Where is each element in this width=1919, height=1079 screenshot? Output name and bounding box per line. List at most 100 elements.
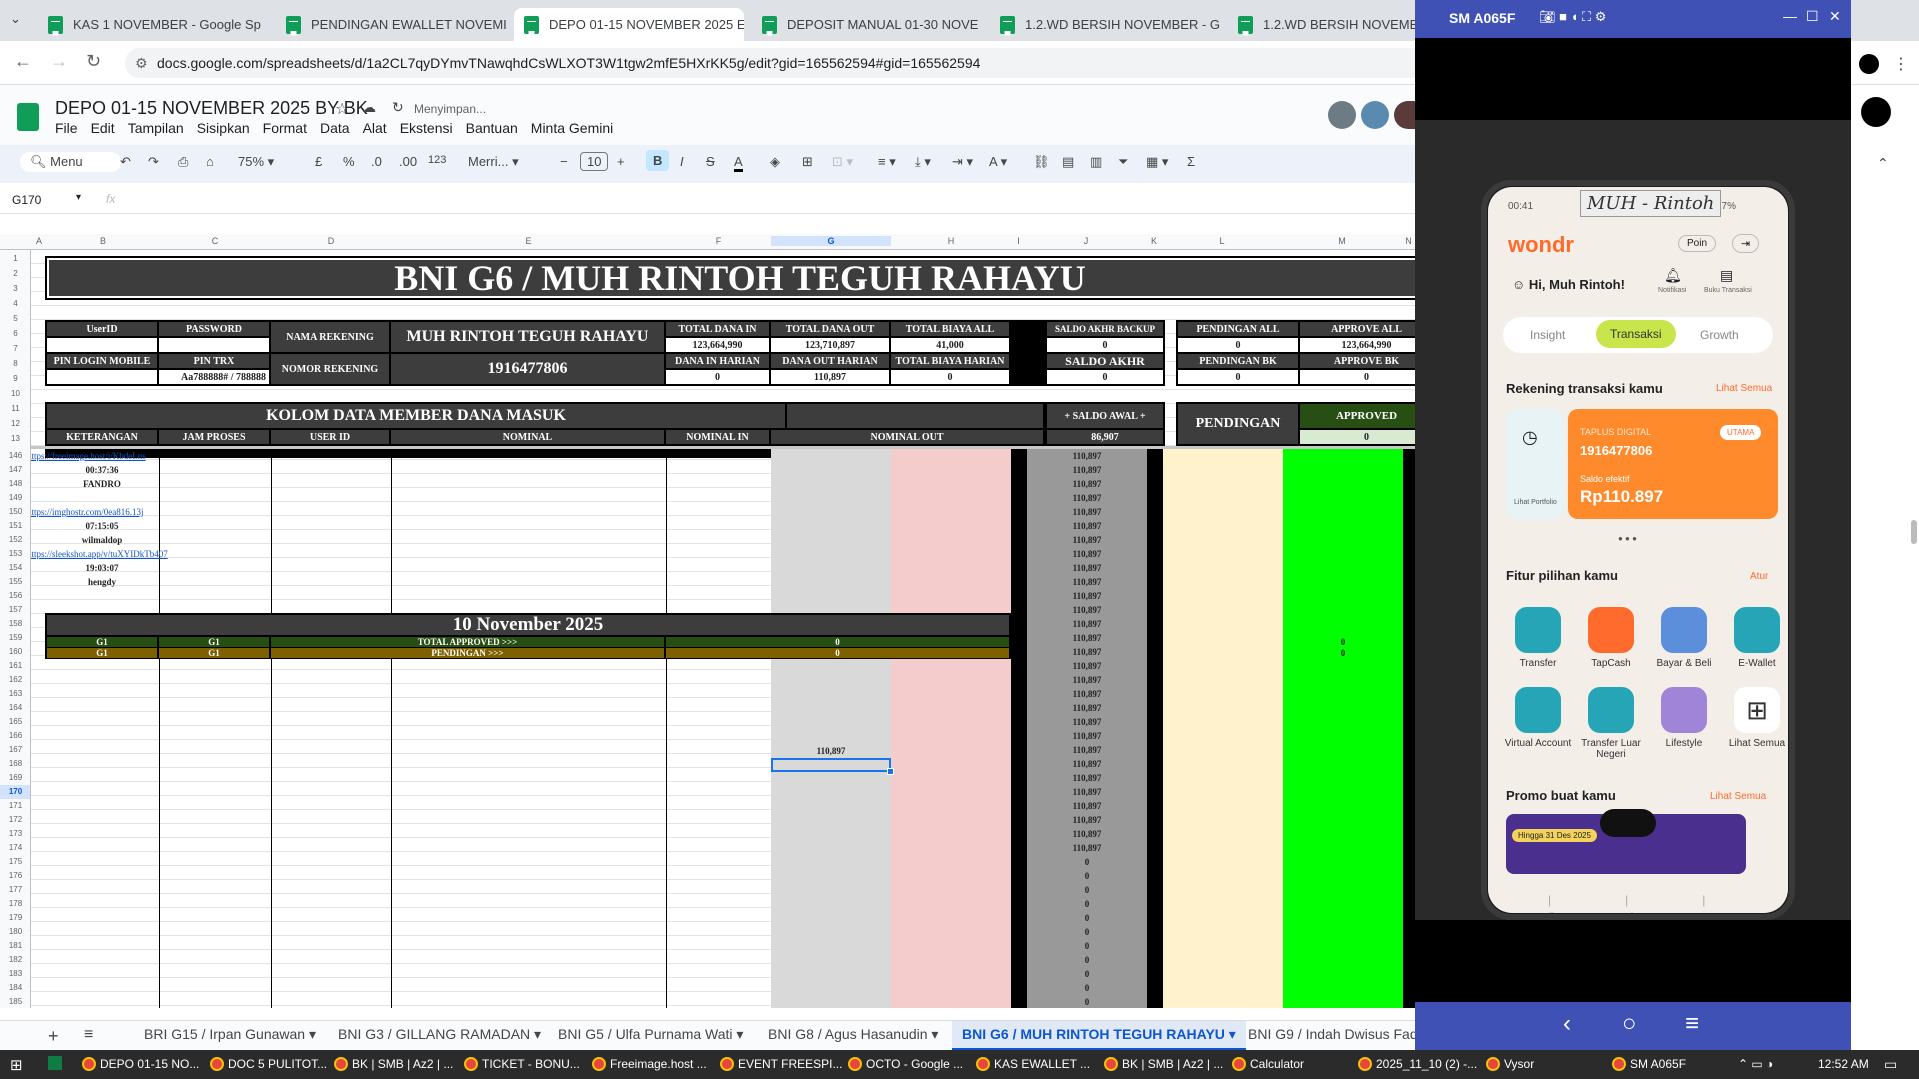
taskbar-item[interactable]: EVENT FREESPI... <box>720 1057 842 1071</box>
account-avatar[interactable] <box>1861 97 1891 127</box>
font-size-increase-icon[interactable]: + <box>617 154 625 169</box>
taskbar-item[interactable]: SM A065F <box>1612 1057 1686 1071</box>
chart-icon[interactable]: ▥ <box>1090 154 1102 170</box>
sheet-tab[interactable]: BNI G5 / Ulfa Purnama Wati ▾ <box>558 1026 743 1043</box>
promo-lihat-link[interactable]: Lihat Semua <box>1710 791 1766 802</box>
total-in-value[interactable]: 123,664,990 <box>666 338 769 352</box>
browser-menu-icon[interactable]: ⋮ <box>1893 54 1909 74</box>
row-header[interactable]: 151 <box>0 519 30 533</box>
sheet-tab[interactable]: BNI G8 / Agus Hasanudin ▾ <box>768 1026 938 1043</box>
strikethrough-button[interactable]: S <box>706 154 715 169</box>
saldo-cell[interactable]: 110,897 <box>1027 827 1147 841</box>
saldo-cell[interactable]: 110,897 <box>1027 505 1147 519</box>
maximize-icon[interactable]: ☐ <box>1806 8 1819 25</box>
col-header[interactable]: H <box>891 236 1011 246</box>
italic-button[interactable]: I <box>680 154 684 169</box>
col-header[interactable]: N <box>1402 236 1415 246</box>
row-header[interactable]: 2 <box>0 267 30 281</box>
saldo-cell[interactable]: 110,897 <box>1027 673 1147 687</box>
saldo-backup-value[interactable]: 0 <box>1047 338 1163 352</box>
lihat-semua-link[interactable]: Lihat Semua <box>1716 383 1772 394</box>
saldo-cell[interactable]: 110,897 <box>1027 617 1147 631</box>
browser-tab[interactable]: PENDINGAN EWALLET NOVEMI✕ <box>276 8 506 41</box>
biaya-harian-value[interactable]: 0 <box>891 370 1009 384</box>
row-header[interactable]: 176 <box>0 869 30 883</box>
pending-bk-value[interactable]: 0 <box>1178 370 1298 384</box>
saldo-cell[interactable]: 0 <box>1027 953 1147 967</box>
sheet-tab[interactable]: BRI G15 / Irpan Gunawan ▾ <box>144 1026 316 1043</box>
approved-value[interactable]: 0 <box>1300 430 1415 444</box>
tab-insight[interactable]: Insight <box>1530 328 1565 342</box>
saldo-cell[interactable]: 0 <box>1027 911 1147 925</box>
name-box-dropdown-icon[interactable]: ▾ <box>76 192 81 203</box>
avatar[interactable] <box>1361 101 1389 129</box>
row-header[interactable]: 170 <box>0 785 30 799</box>
row-header[interactable]: 175 <box>0 855 30 869</box>
menu-view[interactable]: Tampilan <box>128 120 184 136</box>
saldo-cell[interactable]: 110,897 <box>1027 799 1147 813</box>
row-header[interactable]: 171 <box>0 799 30 813</box>
menu-search[interactable]: 🔍︎ Menu <box>20 152 121 172</box>
saldo-cell[interactable]: 110,897 <box>1027 757 1147 771</box>
proof-link[interactable]: https://freeimage.host/i/KbdeLns <box>31 449 267 463</box>
row-header[interactable]: 4 <box>0 297 30 311</box>
comment-icon[interactable]: ▤ <box>1062 154 1074 170</box>
row-header[interactable]: 185 <box>0 995 30 1008</box>
row-header[interactable]: 178 <box>0 897 30 911</box>
valign-icon[interactable]: ⤓ ▾ <box>915 154 931 170</box>
saldo-cell[interactable]: 110,897 <box>1027 813 1147 827</box>
row-header[interactable]: 184 <box>0 981 30 995</box>
sheet-main-title[interactable]: BNI G6 / MUH RINTOH TEGUH RAHAYU <box>47 258 1415 298</box>
saldo-cell[interactable]: 110,897 <box>1027 603 1147 617</box>
pendingan-value[interactable]: 0 <box>666 648 1009 658</box>
profile-icon[interactable] <box>1859 54 1879 74</box>
notification-icon[interactable]: ▭ <box>1884 1056 1897 1073</box>
star-icon[interactable]: ☆ <box>335 99 349 119</box>
filter-icon[interactable]: ⏷ <box>1118 154 1128 170</box>
row-header[interactable]: 156 <box>0 589 30 603</box>
add-sheet-icon[interactable]: + <box>48 1026 59 1047</box>
row-header[interactable]: 3 <box>0 282 30 296</box>
collapse-toolbar-icon[interactable]: ⌃ <box>1877 155 1889 172</box>
row-header[interactable]: 168 <box>0 757 30 771</box>
sheets-logo-icon[interactable] <box>17 103 39 131</box>
saldo-cell[interactable]: 0 <box>1027 939 1147 953</box>
saldo-cell[interactable]: 110,897 <box>1027 533 1147 547</box>
row-header[interactable]: 1 <box>0 252 30 266</box>
col-header[interactable]: J <box>1026 236 1146 246</box>
saldo-cell[interactable]: 110,897 <box>1027 449 1147 463</box>
text-color-button[interactable]: A <box>734 154 743 172</box>
browser-tab[interactable]: 1.2.WD BERSIH NOVEMBER - G✕ <box>990 8 1220 41</box>
saldo-cell[interactable]: 110,897 <box>1027 575 1147 589</box>
row-header[interactable]: 182 <box>0 953 30 967</box>
total-approved-value[interactable]: 0 <box>666 637 1009 647</box>
excel-pin-icon[interactable] <box>48 1056 62 1070</box>
out-harian-value[interactable]: 110,897 <box>771 370 889 384</box>
sheet-tab[interactable]: BNI G9 / Indah Dwisus Fadi <box>1248 1026 1415 1042</box>
sheet-tab[interactable]: BNI G3 / GILLANG RAMADAN ▾ <box>338 1026 541 1043</box>
row-header[interactable]: 174 <box>0 841 30 855</box>
row-header[interactable]: 160 <box>0 645 30 659</box>
spreadsheet-grid[interactable]: BNI G6 / MUH RINTOH TEGUH RAHAYU UserID … <box>31 250 1415 1008</box>
saldo-cell[interactable]: 110,897 <box>1027 519 1147 533</box>
menu-insert[interactable]: Sisipkan <box>197 120 250 136</box>
browser-tab[interactable]: 1.2.WD BERSIH NOVEMBER - <box>1228 8 1418 41</box>
atur-link[interactable]: Atur <box>1750 571 1768 582</box>
name-box[interactable]: G170 <box>12 193 41 207</box>
userid-value[interactable] <box>47 338 157 352</box>
in-harian-value[interactable]: 0 <box>666 370 769 384</box>
currency-button[interactable]: £ <box>315 154 322 169</box>
fill-handle[interactable] <box>887 768 894 775</box>
redo-icon[interactable]: ↷ <box>148 154 159 170</box>
percent-button[interactable]: % <box>343 154 355 169</box>
saldo-cell[interactable]: 0 <box>1027 855 1147 869</box>
saldo-cell[interactable]: 110,897 <box>1027 687 1147 701</box>
pin-trx-value[interactable]: Aa788888# / 788888 <box>159 370 269 384</box>
wrap-icon[interactable]: ⇥ ▾ <box>952 154 973 170</box>
col-header[interactable]: A <box>31 236 47 246</box>
row-header[interactable]: 163 <box>0 687 30 701</box>
row-header[interactable]: 148 <box>0 477 30 491</box>
password-value[interactable] <box>159 338 269 352</box>
row-header[interactable]: 149 <box>0 491 30 505</box>
account-number[interactable]: 1916477806 <box>391 354 664 384</box>
